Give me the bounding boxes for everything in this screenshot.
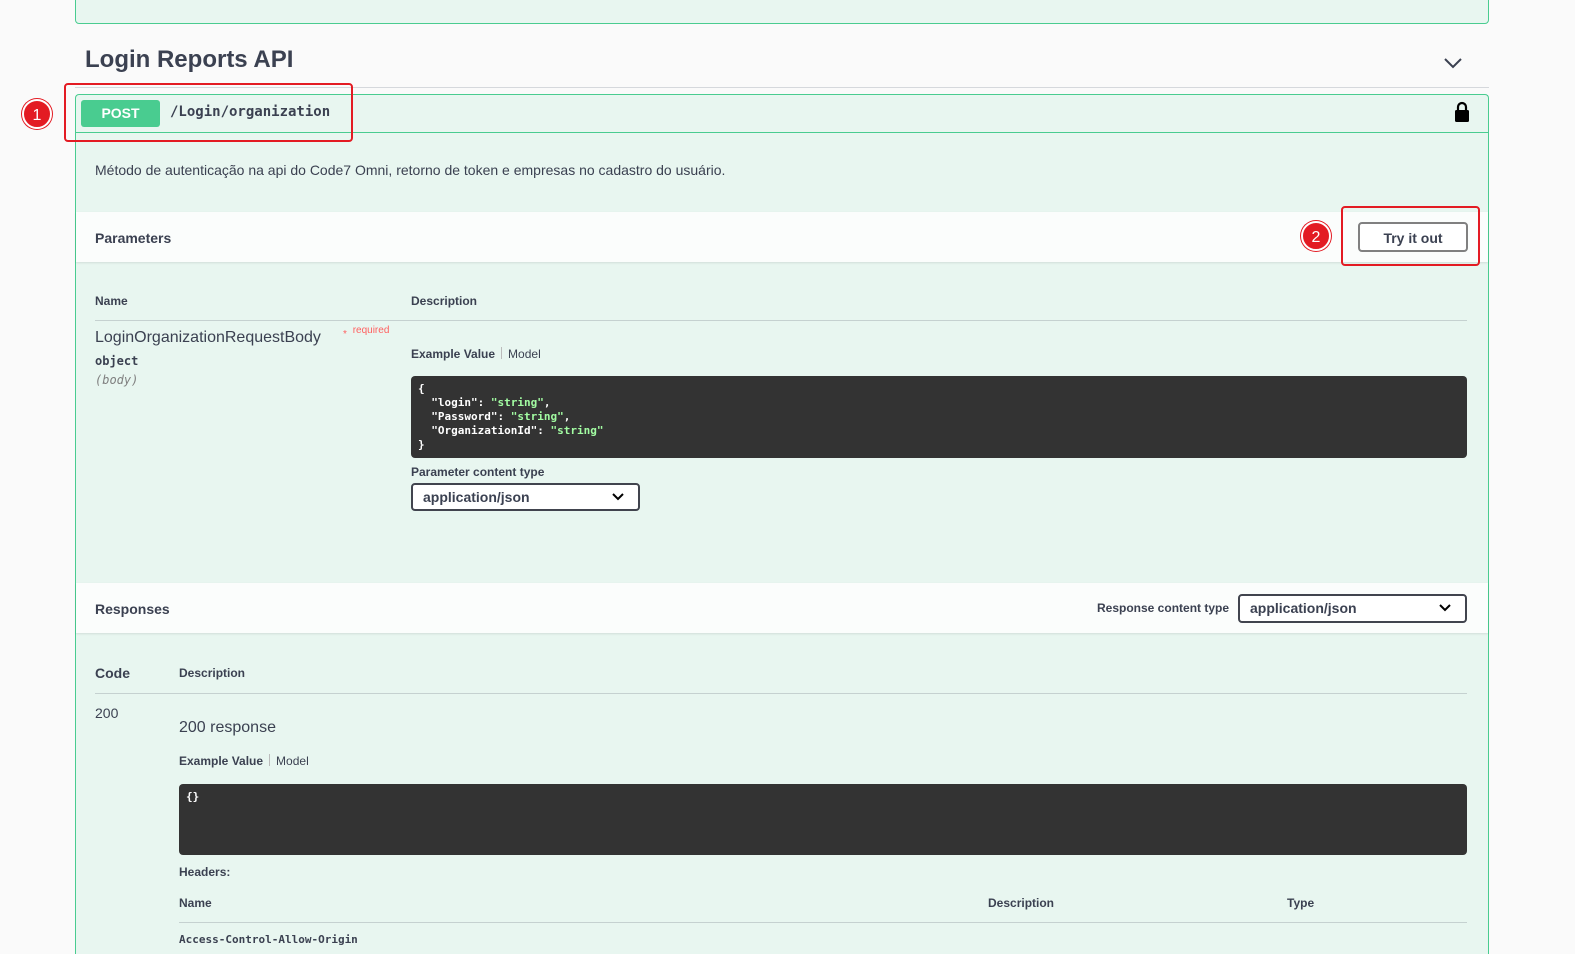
- param-required: * required: [343, 325, 389, 340]
- tab-model[interactable]: Model: [276, 754, 309, 768]
- headers-col-type: Type: [1287, 896, 1315, 910]
- responses-col-description: Description: [179, 666, 246, 680]
- section-title[interactable]: Login Reports API: [85, 46, 293, 74]
- tab-separator: [501, 347, 503, 359]
- response-content-type-value: application/json: [1250, 600, 1357, 616]
- tab-example-value[interactable]: Example Value: [179, 754, 263, 768]
- annotation-badge-2: 2: [1301, 221, 1331, 251]
- chevron-down-icon: [1439, 604, 1451, 612]
- required-label: required: [352, 325, 390, 336]
- parameters-header: [76, 212, 1488, 262]
- chevron-down-icon[interactable]: [1442, 52, 1464, 74]
- tab-separator: [269, 754, 271, 766]
- parameters-title: Parameters: [95, 230, 172, 246]
- param-table-rule: [95, 320, 1467, 321]
- responses-table-rule: [95, 693, 1467, 694]
- parameter-content-type-select[interactable]: application/json: [411, 483, 640, 511]
- lock-icon[interactable]: [1453, 101, 1471, 123]
- headers-col-name: Name: [179, 896, 212, 910]
- headers-table-rule: [179, 922, 1467, 923]
- parameter-content-type-label: Parameter content type: [411, 465, 545, 479]
- tab-example-value[interactable]: Example Value: [411, 347, 495, 361]
- response-example-tabs: Example Value Model: [179, 754, 309, 768]
- headers-label: Headers:: [179, 865, 231, 879]
- param-in: (body): [95, 373, 139, 387]
- responses-title: Responses: [95, 601, 170, 617]
- response-content-type-select[interactable]: application/json: [1238, 594, 1467, 623]
- response-content-type-label: Response content type: [1097, 601, 1230, 615]
- param-example-code[interactable]: { "login": "string", "Password": "string…: [411, 376, 1467, 458]
- operation-description: Método de autenticação na api do Code7 O…: [95, 162, 726, 178]
- response-example-code[interactable]: {}: [179, 784, 1467, 855]
- param-col-description: Description: [411, 294, 478, 308]
- tab-model[interactable]: Model: [508, 347, 541, 361]
- example-tabs: Example Value Model: [411, 347, 541, 361]
- header-name: Access-Control-Allow-Origin: [179, 933, 358, 946]
- annotation-box-2: [1341, 206, 1480, 266]
- previous-opblock: [75, 0, 1489, 24]
- required-mark: *: [343, 329, 347, 340]
- responses-col-code: Code: [95, 665, 130, 681]
- param-type: object: [95, 354, 139, 368]
- annotation-badge-1: 1: [22, 99, 52, 129]
- annotation-box-1: [64, 83, 353, 142]
- chevron-down-icon: [612, 493, 624, 501]
- param-name: LoginOrganizationRequestBody: [95, 329, 321, 346]
- parameter-content-type-value: application/json: [423, 489, 530, 505]
- param-col-name: Name: [95, 294, 128, 308]
- headers-col-description: Description: [988, 896, 1055, 910]
- response-code: 200: [95, 705, 119, 721]
- response-description: 200 response: [179, 719, 276, 736]
